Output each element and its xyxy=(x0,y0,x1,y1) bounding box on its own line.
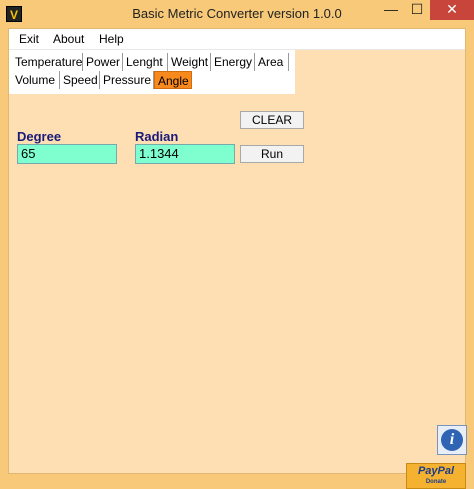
minimize-button[interactable]: — xyxy=(378,0,404,20)
donate-label: Donate xyxy=(425,479,447,485)
app-window: V Basic Metric Converter version 1.0.0 —… xyxy=(0,0,474,489)
tab-power[interactable]: Power xyxy=(83,53,123,71)
paypal-donate-button[interactable]: PayPal Donate xyxy=(406,463,466,489)
close-button[interactable]: ✕ xyxy=(430,0,474,20)
radian-output[interactable]: 1.1344 xyxy=(135,144,235,164)
clear-button[interactable]: CLEAR xyxy=(240,111,304,129)
menu-bar: Exit About Help xyxy=(9,29,465,50)
tab-pressure[interactable]: Pressure xyxy=(100,71,154,89)
info-icon: i xyxy=(441,429,463,451)
tab-area[interactable]: Area xyxy=(255,53,289,71)
tab-energy[interactable]: Energy xyxy=(211,53,255,71)
tab-volume[interactable]: Volume xyxy=(12,71,60,89)
converter-panel: CLEAR Degree Radian 65 1.1344 Run i PayP… xyxy=(9,95,467,489)
degree-input[interactable]: 65 xyxy=(17,144,117,164)
info-button[interactable]: i xyxy=(437,425,467,455)
category-tabs: Temperature Power Lenght Weight Energy A… xyxy=(9,50,295,94)
menu-about[interactable]: About xyxy=(53,32,84,46)
radian-label: Radian xyxy=(135,129,179,144)
client-area: Exit About Help Temperature Power Lenght… xyxy=(8,28,467,489)
tab-weight[interactable]: Weight xyxy=(168,53,211,71)
maximize-button[interactable]: ☐ xyxy=(404,0,430,20)
tab-angle[interactable]: Angle xyxy=(154,71,192,89)
menu-help[interactable]: Help xyxy=(99,32,124,46)
tab-speed[interactable]: Speed xyxy=(60,71,100,89)
tab-temperature[interactable]: Temperature xyxy=(12,53,83,71)
tab-lenght[interactable]: Lenght xyxy=(123,53,168,71)
paypal-logo: PayPal xyxy=(417,465,455,477)
title-bar[interactable]: V Basic Metric Converter version 1.0.0 —… xyxy=(0,0,474,28)
run-button[interactable]: Run xyxy=(240,145,304,163)
menu-exit[interactable]: Exit xyxy=(19,32,39,46)
degree-label: Degree xyxy=(17,129,62,144)
